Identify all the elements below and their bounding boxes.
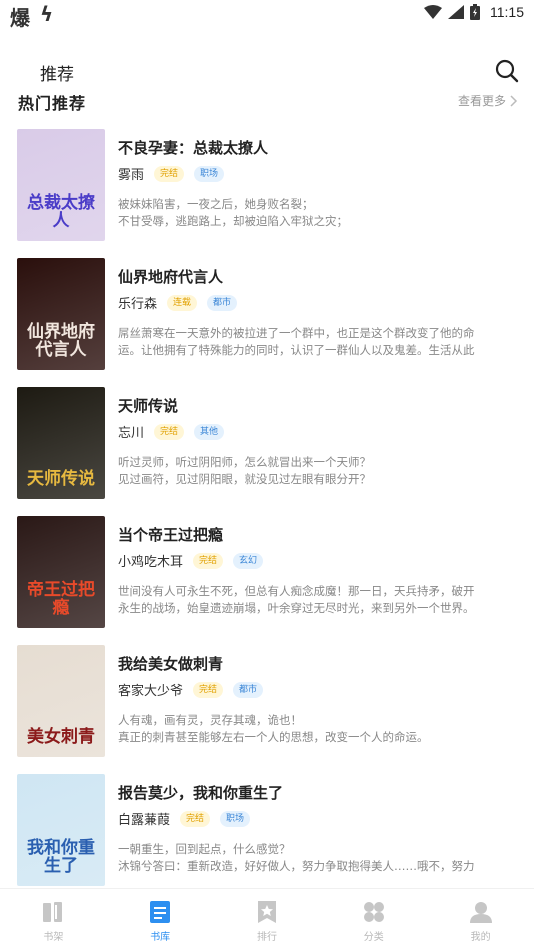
book-description: 世间没有人可永生不死，但总有人痴念成魔！那一日，天兵持矛，破开 永生的战场，始皇…: [118, 583, 514, 617]
tab-label: 书架: [43, 932, 64, 943]
book-meta: 忘川 完结 其他: [118, 422, 225, 441]
battery-icon: [470, 4, 480, 20]
status-badge: 完结: [193, 681, 224, 698]
description-line: 见过画符，见过阴阳眼，就没见过左眼有眼分开？: [118, 472, 371, 486]
cover-title: 我和你重生了: [27, 838, 95, 877]
book-cover: 总裁太撩人: [17, 129, 105, 241]
description-line: 真正的刺青甚至能够左右一个人的思想，改变一个人的命运。: [118, 730, 429, 744]
app-notification-icon: 爆: [10, 6, 30, 30]
cover-title: 仙界地府代言人: [27, 322, 95, 361]
book-author: 雾雨: [118, 168, 145, 183]
genre-badge: 都市: [207, 294, 238, 311]
genre-badge: 其他: [194, 423, 225, 440]
cover-title: 帝王过把瘾: [27, 580, 95, 619]
description-line: 屌丝萧寒在一天意外的被拉进了一个群中，也正是这个群改变了他的命: [118, 326, 475, 340]
book-title: 天师传说: [118, 397, 179, 415]
book-description: 一朝重生，回到起点，什么感觉？ 沐锦兮答曰：重新改造，好好做人，努力争取抱得美人…: [118, 841, 514, 875]
book-description: 被妹妹陷害，一夜之后，她身败名裂； 不甘受辱，逃跑路上，却被迫陷入牢狱之灾；: [118, 196, 514, 230]
book-title: 报告莫少，我和你重生了: [118, 784, 284, 802]
book-description: 屌丝萧寒在一天意外的被拉进了一个群中，也正是这个群改变了他的命 运。让他拥有了特…: [118, 325, 514, 359]
description-line: 人有魂，画有灵，灵存其魂，诡也！: [118, 713, 302, 727]
profile-icon: [469, 902, 492, 923]
book-meta: 雾雨 完结 职场: [118, 164, 225, 183]
book-meta: 白露蒹葭 完结 职场: [118, 809, 251, 828]
book-meta: 乐行森 连载 都市: [118, 293, 238, 312]
description-line: 运。让他拥有了特殊能力的同时，认识了一群仙人以及鬼差。生活从此: [118, 343, 475, 357]
description-line: 沐锦兮答曰：重新改造，好好做人，努力争取抱得美人……哦不，努力: [118, 859, 475, 873]
description-line: 一朝重生，回到起点，什么感觉？: [118, 842, 291, 856]
notification-icons: 爆 ϟ: [10, 2, 53, 31]
status-badge: 完结: [180, 810, 211, 827]
status-bar: 爆 ϟ 11:15: [0, 0, 534, 30]
description-line: 不甘受辱，逃跑路上，却被迫陷入牢狱之灾；: [118, 214, 348, 228]
description-line: 世间没有人可永生不死，但总有人痴念成魔！那一日，天兵持矛，破开: [118, 584, 475, 598]
cover-title: 美女刺青: [27, 727, 95, 748]
book-author: 忘川: [118, 426, 145, 441]
book-cover: 仙界地府代言人: [17, 258, 105, 370]
see-more-label: 查看更多: [457, 94, 506, 108]
book-author: 乐行森: [118, 297, 158, 312]
page-title: 推荐: [40, 65, 74, 85]
tab-label: 我的: [470, 932, 491, 943]
genre-badge: 职场: [194, 165, 225, 182]
tab-profile[interactable]: 我的: [427, 889, 534, 950]
description-line: 永生的战场，始皇遗迹崩塌，叶余穿过无尽时光，来到另外一个世界。: [118, 601, 475, 615]
wifi-icon: [424, 5, 442, 19]
flash-notification-icon: ϟ: [40, 2, 54, 26]
tab-bookshelf[interactable]: 书架: [0, 889, 107, 950]
book-cover: 天师传说: [17, 387, 105, 499]
book-description: 人有魂，画有灵，灵存其魂，诡也！ 真正的刺青甚至能够左右一个人的思想，改变一个人…: [118, 712, 514, 746]
tab-ranking[interactable]: 排行: [214, 889, 321, 950]
signal-icon: [448, 5, 464, 19]
book-meta: 小鸡吃木耳 完结 玄幻: [118, 551, 264, 570]
book-item[interactable]: 仙界地府代言人 仙界地府代言人 乐行森 连载 都市 屌丝萧寒在一天意外的被拉进了…: [0, 258, 534, 371]
ranking-icon: [257, 901, 276, 923]
book-title: 仙界地府代言人: [118, 268, 224, 286]
status-badge: 完结: [154, 423, 185, 440]
book-item[interactable]: 总裁太撩人 不良孕妻：总裁太撩人 雾雨 完结 职场 被妹妹陷害，一夜之后，她身败…: [0, 129, 534, 242]
section-title: 热门推荐: [18, 94, 87, 113]
book-author: 客家大少爷: [118, 684, 184, 699]
search-button[interactable]: [494, 58, 520, 84]
see-more-link[interactable]: 查看更多: [458, 92, 518, 109]
book-item[interactable]: 我和你重生了 报告莫少，我和你重生了 白露蒹葭 完结 职场 一朝重生，回到起点，…: [0, 774, 534, 887]
book-title: 当个帝王过把瘾: [118, 526, 224, 544]
tab-label: 排行: [256, 932, 277, 943]
book-item[interactable]: 美女刺青 我给美女做刺青 客家大少爷 完结 都市 人有魂，画有灵，灵存其魂，诡也…: [0, 645, 534, 758]
status-badge: 连载: [167, 294, 198, 311]
tab-library[interactable]: 书库: [107, 889, 214, 950]
genre-badge: 都市: [233, 681, 264, 698]
description-line: 被妹妹陷害，一夜之后，她身败名裂；: [118, 197, 314, 211]
tab-label: 分类: [363, 932, 384, 943]
tab-label: 书库: [150, 932, 171, 943]
genre-badge: 职场: [220, 810, 251, 827]
book-item[interactable]: 帝王过把瘾 当个帝王过把瘾 小鸡吃木耳 完结 玄幻 世间没有人可永生不死，但总有…: [0, 516, 534, 629]
description-line: 听过灵师，听过阴阳师，怎么就冒出来一个天师？: [118, 455, 371, 469]
tab-category[interactable]: 分类: [320, 889, 427, 950]
clock: 11:15: [490, 4, 524, 20]
header: 推荐: [0, 54, 534, 90]
book-author: 小鸡吃木耳: [118, 555, 184, 570]
category-icon: [363, 902, 384, 922]
status-badge: 完结: [193, 552, 224, 569]
genre-badge: 玄幻: [233, 552, 264, 569]
book-title: 我给美女做刺青: [118, 655, 224, 673]
bottom-tab-bar: 书架 书库 排行 分类 我的: [0, 888, 534, 950]
book-description: 听过灵师，听过阴阳师，怎么就冒出来一个天师？ 见过画符，见过阴阳眼，就没见过左眼…: [118, 454, 514, 488]
book-author: 白露蒹葭: [118, 813, 171, 828]
book-meta: 客家大少爷 完结 都市: [118, 680, 264, 699]
search-icon: [495, 59, 519, 83]
library-icon: [150, 901, 171, 923]
system-status: 11:15: [424, 4, 524, 20]
chevron-right-icon: [510, 94, 518, 107]
book-cover: 我和你重生了: [17, 774, 105, 886]
cover-title: 天师传说: [27, 469, 95, 490]
status-badge: 完结: [154, 165, 185, 182]
bookshelf-icon: [43, 902, 63, 922]
book-title: 不良孕妻：总裁太撩人: [118, 139, 269, 157]
cover-title: 总裁太撩人: [27, 193, 95, 232]
book-item[interactable]: 天师传说 天师传说 忘川 完结 其他 听过灵师，听过阴阳师，怎么就冒出来一个天师…: [0, 387, 534, 500]
book-cover: 帝王过把瘾: [17, 516, 105, 628]
book-cover: 美女刺青: [17, 645, 105, 757]
